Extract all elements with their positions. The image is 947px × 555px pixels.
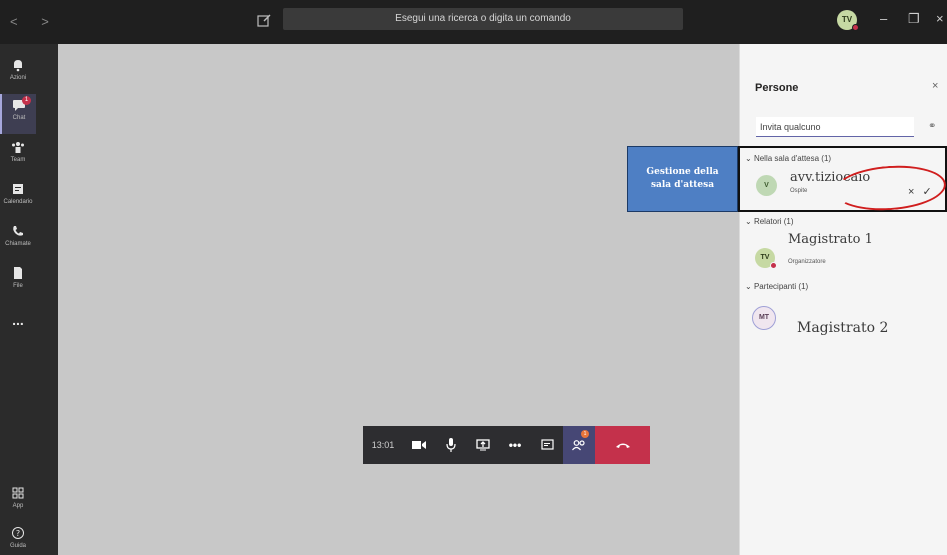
team-icon	[12, 142, 24, 153]
compose-icon[interactable]	[256, 12, 272, 28]
share-screen-icon	[476, 439, 490, 451]
invite-input[interactable]: Invita qualcuno	[756, 117, 914, 137]
camera-icon	[412, 441, 426, 449]
rail-label: Calendario	[3, 199, 33, 205]
rail-item-apps[interactable]: App	[0, 482, 36, 522]
hang-up-icon	[615, 443, 630, 448]
rail-item-calls[interactable]: Chiamate	[0, 220, 36, 260]
avatar-initials: MT	[758, 314, 770, 321]
microphone-icon	[446, 438, 456, 452]
calendar-icon	[13, 184, 23, 194]
help-icon: ?	[12, 527, 24, 539]
chat-badge: 1	[22, 96, 31, 105]
rail-label: Team	[10, 157, 26, 163]
rail-label: App	[12, 503, 24, 509]
busy-status-icon	[852, 24, 859, 31]
rail-item-chat[interactable]: 1 Chat	[0, 94, 36, 134]
minimize-icon[interactable]: –	[880, 11, 887, 26]
rail-item-calendar[interactable]: Calendario	[0, 178, 36, 218]
presenters-section-header[interactable]: ⌄ Relatori (1)	[745, 217, 794, 226]
apps-icon	[12, 487, 24, 499]
copy-link-icon[interactable]: ⚭	[928, 121, 936, 132]
call-controls: 13:01 ••• 1	[363, 426, 650, 464]
rail-label: Azioni	[9, 75, 27, 81]
admit-icon[interactable]: ✓	[922, 186, 939, 198]
people-panel: Persone × Invita qualcuno ⚭ ⌄ Nella sala…	[739, 44, 947, 555]
more-icon: ...	[12, 312, 24, 328]
busy-status-icon	[770, 262, 777, 269]
rail-item-help[interactable]: ? Guida	[0, 522, 36, 555]
bell-icon	[14, 60, 22, 72]
rail-label: Guida	[9, 543, 26, 549]
deny-icon[interactable]: ×	[908, 186, 922, 198]
rail-label: Chiamate	[5, 241, 31, 247]
presenter-role: Organizzatore	[788, 259, 826, 265]
more-options-button[interactable]: •••	[499, 426, 531, 464]
presenter-name: Magistrato 1	[788, 232, 873, 247]
rail-label: Chat	[12, 115, 26, 121]
phone-icon	[13, 226, 23, 236]
avatar: MT	[752, 306, 776, 330]
rail-item-more[interactable]: ...	[0, 310, 36, 350]
search-input[interactable]: Esegui una ricerca o digita un comando	[283, 8, 683, 30]
rail-item-files[interactable]: File	[0, 262, 36, 302]
close-panel-icon[interactable]: ×	[932, 80, 938, 92]
avatar-initials: TV	[760, 254, 770, 261]
avatar[interactable]: TV	[837, 10, 859, 31]
attendee-name: Magistrato 2	[797, 320, 889, 336]
share-screen-button[interactable]	[467, 426, 499, 464]
attendees-section-header[interactable]: ⌄ Partecipanti (1)	[745, 282, 808, 291]
meeting-stage	[58, 44, 739, 555]
participants-button[interactable]: 1	[563, 426, 595, 464]
call-timer: 13:01	[371, 440, 395, 450]
rail-item-teams[interactable]: Team	[0, 136, 36, 176]
presenters-section-label: Relatori (1)	[753, 217, 794, 226]
rail-label: File	[13, 283, 23, 289]
avatar-initials: TV	[841, 15, 853, 24]
participants-badge: 1	[581, 430, 589, 438]
title-bar: < > Esegui una ricerca o digita un coman…	[0, 0, 947, 44]
attendees-section-label: Partecipanti (1)	[753, 282, 809, 291]
hang-up-button[interactable]	[595, 426, 650, 464]
lobby-actions: ×✓	[908, 185, 940, 198]
panel-title: Persone	[755, 82, 799, 94]
nav-arrows[interactable]: < >	[10, 14, 59, 29]
mic-button[interactable]	[435, 426, 467, 464]
chat-icon	[540, 438, 554, 450]
svg-text:?: ?	[16, 529, 20, 538]
more-icon: •••	[508, 438, 522, 452]
callout-label: Gestione della sala d'attesa	[627, 146, 738, 212]
file-icon	[14, 267, 22, 279]
chat-toggle-button[interactable]	[531, 426, 563, 464]
people-icon	[572, 440, 585, 451]
camera-button[interactable]	[403, 426, 435, 464]
avatar: TV	[755, 248, 777, 269]
restore-icon[interactable]: ❐	[908, 11, 920, 27]
rail-item-activity[interactable]: Azioni	[0, 54, 36, 94]
app-rail: Azioni 1 Chat Team Calendario Chiamate F…	[0, 44, 58, 555]
close-window-icon[interactable]: ×	[936, 11, 944, 26]
